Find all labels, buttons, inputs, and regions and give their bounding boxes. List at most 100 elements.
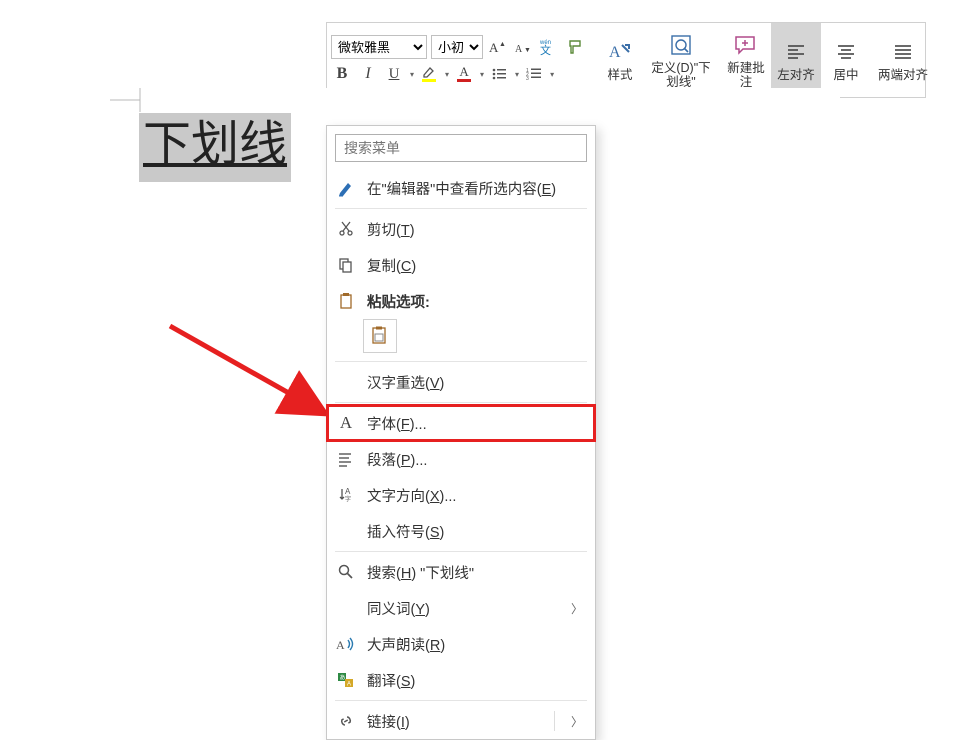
- menu-copy-label: 复制(C): [367, 255, 583, 276]
- blank-icon: [335, 597, 357, 619]
- separator: [335, 208, 587, 209]
- styles-icon: A: [607, 38, 633, 66]
- align-justify-button[interactable]: 两端对齐: [871, 23, 935, 97]
- menu-synonyms-label: 同义词(Y): [367, 598, 561, 619]
- define-underline-button[interactable]: 定义(D)"下划线": [645, 23, 717, 97]
- highlight-swatch: [422, 79, 436, 82]
- paragraph-icon: [335, 448, 357, 470]
- bullet-list-dropdown-icon[interactable]: ▾: [515, 70, 519, 79]
- svg-text:A: A: [336, 638, 345, 652]
- menu-read-aloud-label: 大声朗读(R): [367, 634, 583, 655]
- paste-option-keep-source[interactable]: [363, 319, 397, 353]
- menu-search-word[interactable]: 搜索(H) "下划线": [327, 554, 595, 590]
- menu-cut-label: 剪切(T): [367, 219, 583, 240]
- svg-text:▲: ▲: [499, 41, 506, 48]
- font-color-dropdown-icon[interactable]: ▾: [480, 70, 484, 79]
- styles-button[interactable]: A 样式: [595, 23, 645, 97]
- font-name-select[interactable]: 微软雅黑: [331, 35, 427, 59]
- menu-translate[interactable]: あA 翻译(S): [327, 662, 595, 698]
- menu-cut[interactable]: 剪切(T): [327, 211, 595, 247]
- svg-text:3: 3: [526, 76, 529, 82]
- menu-text-direction[interactable]: A字 文字方向(X)...: [327, 477, 595, 513]
- font-color-swatch: [457, 79, 471, 82]
- scissors-icon: [335, 218, 357, 240]
- menu-paragraph-label: 段落(P)...: [367, 449, 583, 470]
- numbered-list-dropdown-icon[interactable]: ▾: [550, 70, 554, 79]
- highlight-dropdown-icon[interactable]: ▾: [445, 70, 449, 79]
- svg-text:字: 字: [345, 495, 351, 503]
- align-justify-icon: [892, 38, 914, 66]
- numbered-list-icon[interactable]: 1 2 3: [523, 63, 545, 85]
- bullet-list-icon[interactable]: [488, 63, 510, 85]
- blank-icon: [335, 520, 357, 542]
- menu-text-direction-label: 文字方向(X)...: [367, 485, 583, 506]
- menu-font-label: 字体(F)...: [367, 413, 583, 434]
- format-painter-icon[interactable]: [565, 36, 587, 58]
- align-left-label: 左对齐: [777, 68, 815, 82]
- svg-text:▼: ▼: [524, 47, 531, 54]
- grow-font-icon[interactable]: A▲: [487, 36, 509, 58]
- menu-paste-options-label: 粘贴选项:: [367, 291, 583, 312]
- align-justify-label: 两端对齐: [878, 68, 928, 82]
- page-corner-mark: [110, 88, 142, 112]
- split-divider: [554, 711, 555, 731]
- menu-reconvert[interactable]: 汉字重选(V): [327, 364, 595, 400]
- menu-insert-symbol[interactable]: 插入符号(S): [327, 513, 595, 549]
- font-size-select[interactable]: 小初: [431, 35, 483, 59]
- separator: [335, 402, 587, 403]
- shrink-font-icon[interactable]: A▼: [513, 36, 535, 58]
- italic-button[interactable]: I: [357, 63, 379, 85]
- menu-copy[interactable]: 复制(C): [327, 247, 595, 283]
- svg-text:A: A: [515, 44, 523, 55]
- font-row-bottom: B I U ▾ ▾ A ▾: [331, 63, 587, 85]
- align-center-icon: [835, 38, 857, 66]
- svg-text:A: A: [347, 682, 351, 688]
- menu-translate-label: 翻译(S): [367, 670, 583, 691]
- svg-text:A: A: [345, 487, 351, 496]
- new-comment-button[interactable]: 新建批注: [721, 23, 771, 97]
- phonetic-guide-icon[interactable]: wén文: [539, 36, 561, 58]
- read-aloud-icon: A: [335, 633, 357, 655]
- menu-search-input[interactable]: [335, 134, 587, 162]
- align-left-icon: [785, 38, 807, 66]
- highlight-button[interactable]: [418, 63, 440, 85]
- clipboard-icon: [335, 290, 357, 312]
- copy-icon: [335, 254, 357, 276]
- menu-read-aloud[interactable]: A 大声朗读(R): [327, 626, 595, 662]
- separator: [335, 361, 587, 362]
- align-center-button[interactable]: 居中: [821, 23, 871, 97]
- context-menu: 在"编辑器"中查看所选内容(E) 剪切(T) 复制(C) 粘贴选项: 汉字重选(…: [326, 125, 596, 740]
- styles-label: 样式: [607, 68, 632, 82]
- editor-pen-icon: [335, 177, 357, 199]
- svg-text:A: A: [609, 44, 621, 61]
- mini-toolbar: 微软雅黑 小初 A▲ A▼ wén文 B I U ▾: [326, 22, 926, 98]
- font-color-button[interactable]: A: [453, 63, 475, 85]
- blank-icon: [335, 371, 357, 393]
- align-left-button[interactable]: 左对齐: [771, 23, 821, 97]
- menu-link[interactable]: 链接(I) 〉: [327, 703, 595, 739]
- link-icon: [335, 710, 357, 732]
- menu-synonyms[interactable]: 同义词(Y) 〉: [327, 590, 595, 626]
- svg-text:あ: あ: [340, 675, 346, 682]
- menu-font[interactable]: A 字体(F)...: [327, 405, 595, 441]
- align-center-label: 居中: [833, 68, 858, 82]
- menu-view-in-editor-label: 在"编辑器"中查看所选内容(E): [367, 178, 583, 199]
- bold-button[interactable]: B: [331, 63, 353, 85]
- define-underline-label: 定义(D)"下划线": [649, 61, 713, 89]
- selected-text[interactable]: 下划线: [139, 113, 291, 182]
- menu-link-label: 链接(I): [367, 711, 538, 732]
- menu-search-word-label: 搜索(H) "下划线": [367, 562, 583, 583]
- menu-view-in-editor[interactable]: 在"编辑器"中查看所选内容(E): [327, 170, 595, 206]
- menu-paragraph[interactable]: 段落(P)...: [327, 441, 595, 477]
- underline-dropdown-icon[interactable]: ▾: [410, 70, 414, 79]
- menu-paste-options-header: 粘贴选项:: [327, 283, 595, 319]
- separator: [335, 551, 587, 552]
- new-comment-icon: [733, 31, 759, 59]
- text-direction-icon: A字: [335, 484, 357, 506]
- underline-button[interactable]: U: [383, 63, 405, 85]
- chevron-right-icon[interactable]: 〉: [571, 713, 583, 730]
- font-group: 微软雅黑 小初 A▲ A▼ wén文 B I U ▾: [327, 23, 591, 97]
- search-icon: [335, 561, 357, 583]
- define-underline-icon: [668, 31, 694, 59]
- font-a-icon: A: [335, 412, 357, 434]
